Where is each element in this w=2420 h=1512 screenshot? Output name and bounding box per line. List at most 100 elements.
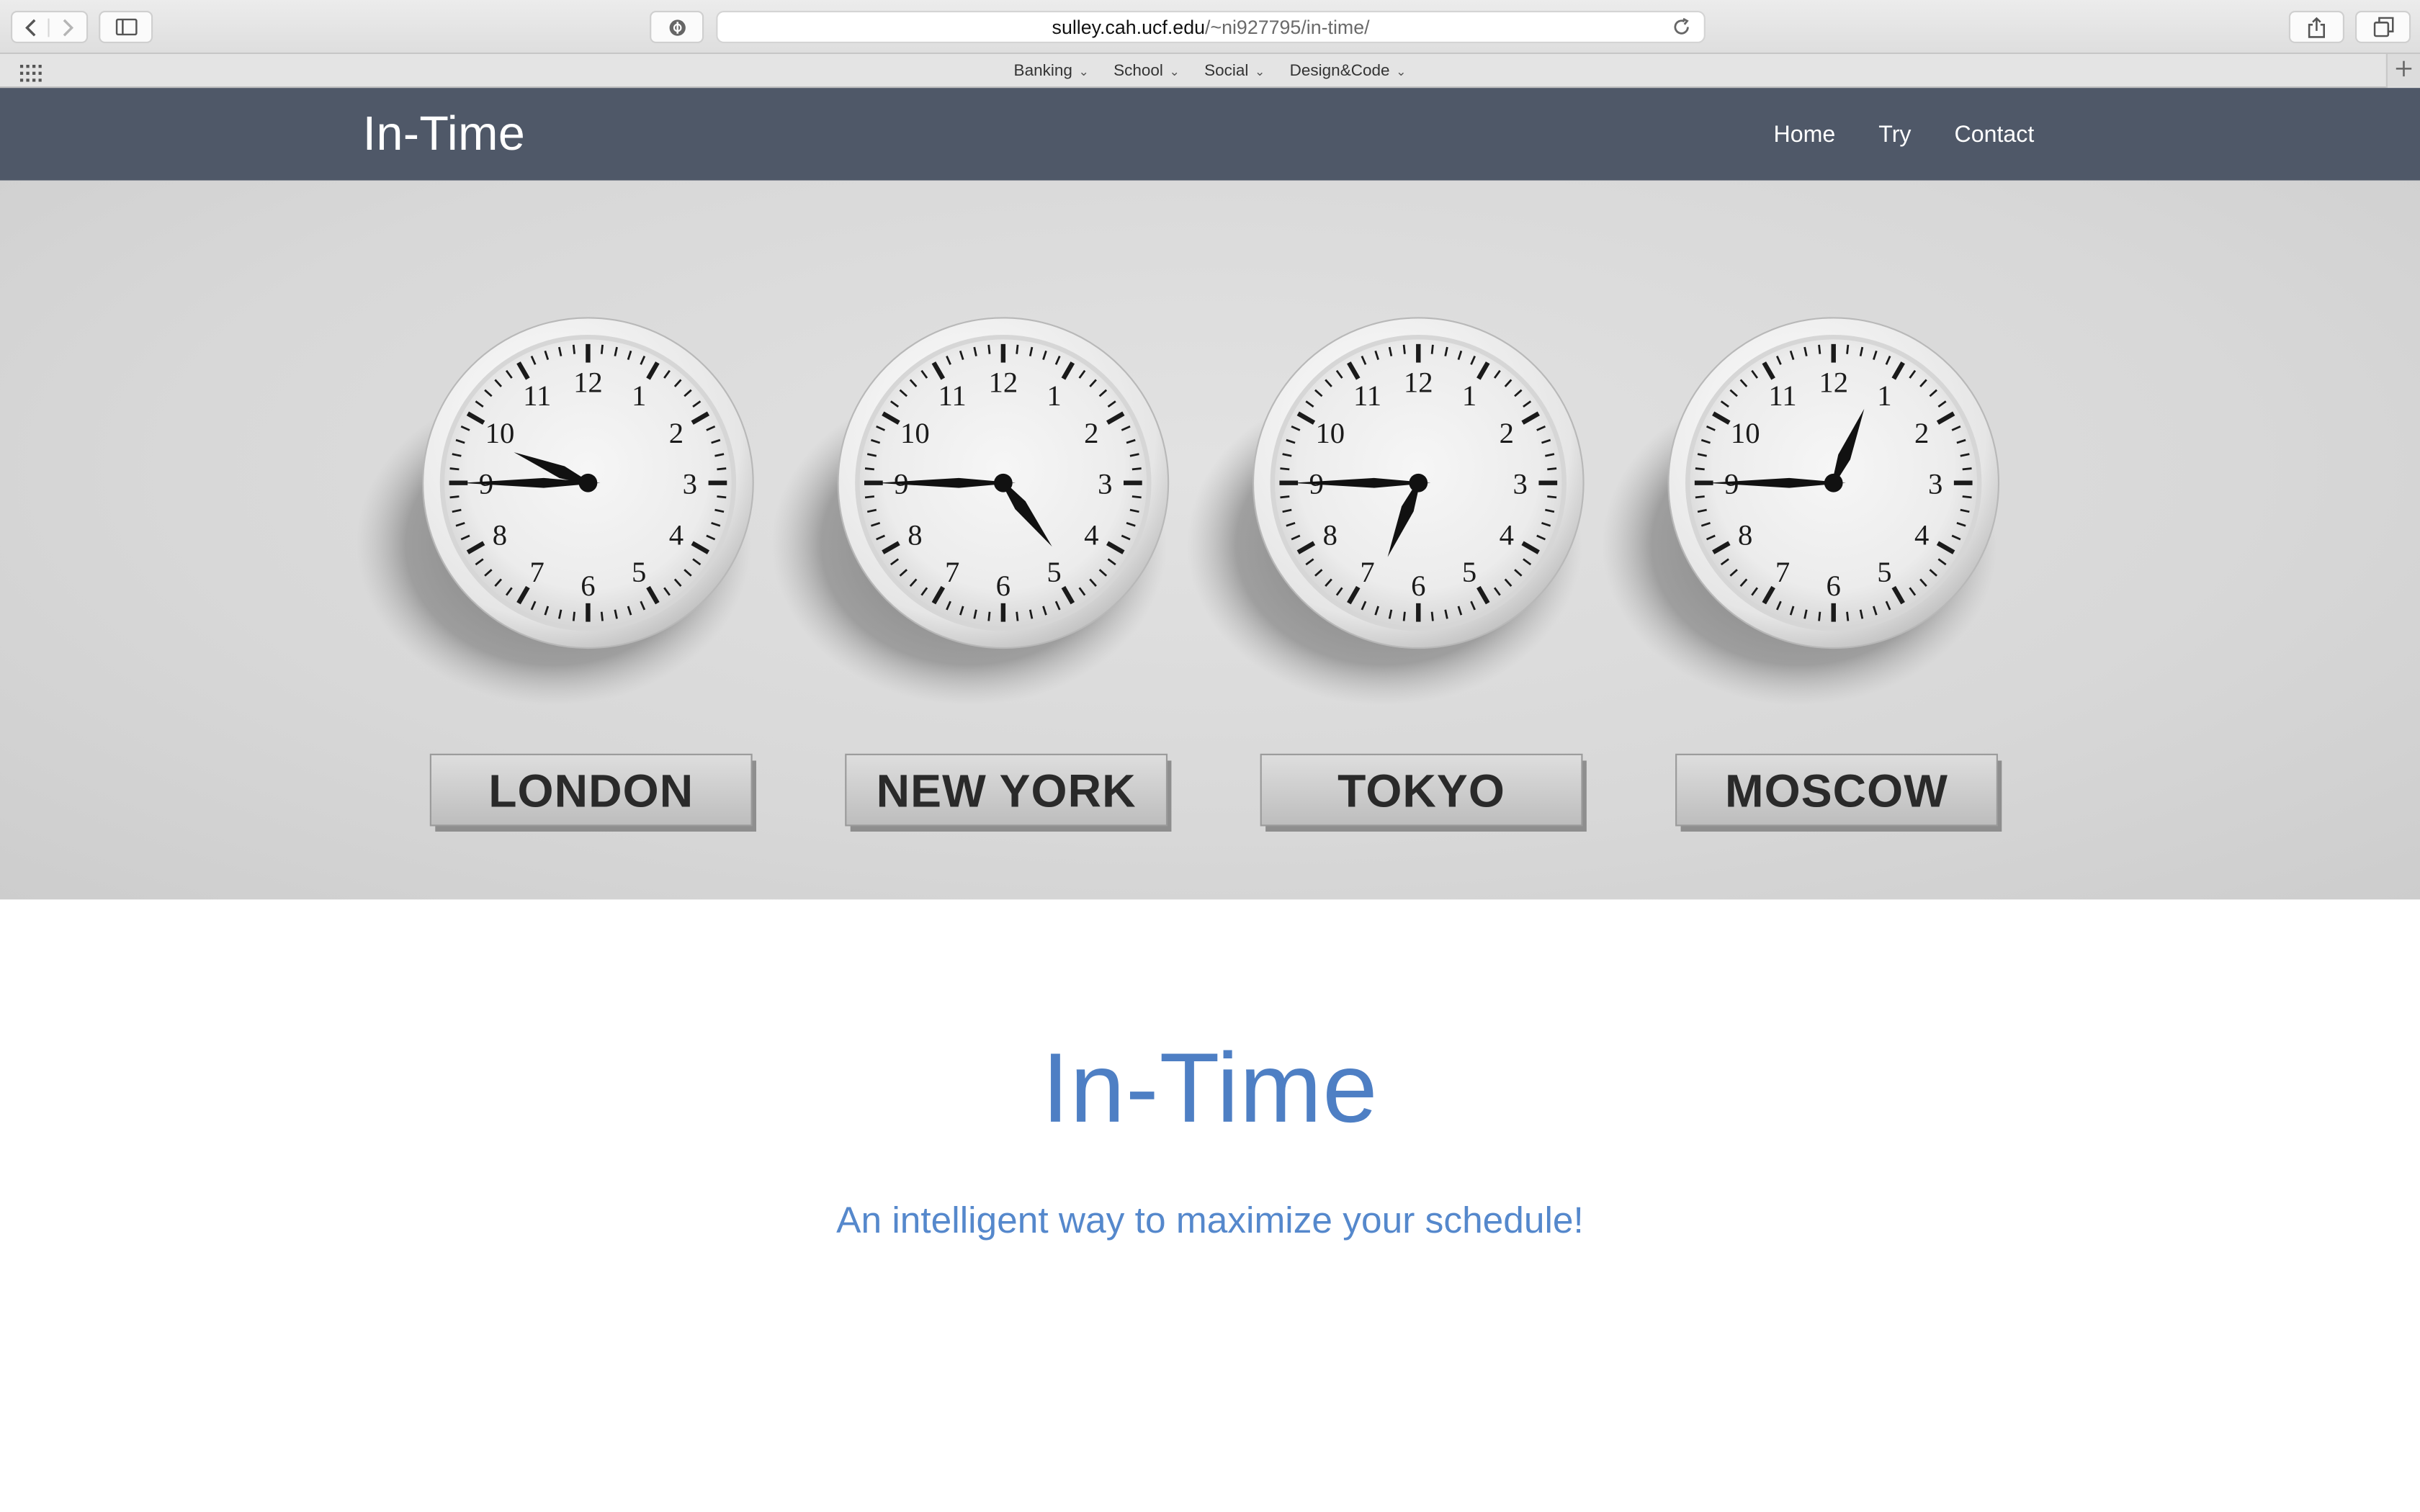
clock-tick — [1016, 611, 1019, 621]
clock-numeral: 2 — [1084, 417, 1098, 449]
chevron-down-icon: ⌄ — [1396, 63, 1407, 78]
bookmark-folder-banking[interactable]: Banking ⌄ — [1001, 62, 1101, 81]
clock-london: 123456789101112 — [356, 317, 756, 832]
clock-numeral: 3 — [683, 468, 697, 500]
clock-numeral: 5 — [1877, 556, 1891, 588]
clock-numeral: 5 — [1047, 556, 1061, 588]
back-forward-group — [11, 11, 89, 43]
clock-tick — [1430, 344, 1434, 354]
clock-numeral: 3 — [1513, 468, 1528, 500]
hero-banner: 1234567891011121234567891011121234567891… — [0, 180, 2420, 900]
clock-moscow: 123456789101112 — [1602, 317, 2002, 832]
share-button[interactable] — [2288, 11, 2344, 43]
clock-tick — [1846, 344, 1850, 354]
sidebar-icon — [115, 18, 137, 36]
page-title: In-Time — [1041, 1032, 1379, 1143]
clock-tick — [717, 495, 727, 499]
clock-tick — [987, 611, 991, 621]
tabs-icon — [2372, 17, 2393, 37]
clock-numeral: 10 — [900, 417, 930, 449]
clock-numeral: 7 — [530, 556, 544, 588]
bookmark-label: School — [1113, 61, 1163, 81]
clock-numeral: 12 — [1819, 366, 1848, 398]
clock-numeral: 2 — [1500, 417, 1514, 449]
nav-link-try[interactable]: Try — [1878, 121, 1911, 147]
site-brand[interactable]: In-Time — [363, 107, 526, 162]
sidebar-toggle-button[interactable] — [99, 11, 153, 43]
clock-tick — [1280, 495, 1290, 499]
nav-link-home[interactable]: Home — [1774, 121, 1836, 147]
tabs-overview-button[interactable] — [2355, 11, 2411, 43]
clock-numeral: 11 — [523, 379, 551, 412]
clock-numeral: 8 — [493, 518, 507, 551]
clock-tick — [1962, 495, 1972, 499]
clock-numeral: 3 — [1928, 468, 1942, 500]
clock-numeral: 7 — [945, 556, 959, 588]
clock-numeral: 5 — [1462, 556, 1476, 588]
clock-tick — [1547, 495, 1557, 499]
clock-numeral: 1 — [1877, 379, 1891, 412]
clock-numeral: 2 — [1914, 417, 1929, 449]
clock-numeral: 11 — [1768, 379, 1796, 412]
clock-numeral: 12 — [989, 366, 1018, 398]
clock-numeral: 8 — [1323, 518, 1337, 551]
clock-numeral: 5 — [632, 556, 646, 588]
url-path: /~ni927795/in-time/ — [1205, 16, 1370, 38]
bookmark-folder-design-code[interactable]: Design&Code ⌄ — [1278, 62, 1419, 81]
clock-numeral: 12 — [1404, 366, 1433, 398]
bookmark-folder-school[interactable]: School ⌄ — [1101, 62, 1192, 81]
clock-numeral: 10 — [1731, 417, 1760, 449]
clock-numeral: 1 — [1462, 379, 1476, 412]
chevron-down-icon: ⌄ — [1169, 63, 1180, 78]
clock-numeral: 10 — [1315, 417, 1345, 449]
clock-tick — [1131, 495, 1142, 499]
city-label-tokyo: TOKYO — [1337, 767, 1505, 818]
clock-numeral: 4 — [669, 518, 684, 551]
clock-tick — [864, 495, 874, 499]
clock-pin — [578, 473, 598, 492]
clock-pin — [1409, 473, 1428, 492]
clock-numeral: 4 — [1084, 518, 1098, 551]
clock-pin — [1824, 473, 1843, 492]
clock-tick — [1430, 611, 1434, 621]
clock-numeral: 1 — [1047, 379, 1061, 412]
privacy-report-button[interactable] — [650, 11, 704, 43]
world-clocks-image: 1234567891011121234567891011121234567891… — [356, 317, 2002, 832]
clock-tokyo: 123456789101112 — [1186, 317, 1587, 832]
url-host: sulley.cah.ucf.edu — [1052, 16, 1206, 38]
chevron-down-icon: ⌄ — [1255, 63, 1265, 78]
clock-numeral: 10 — [485, 417, 515, 449]
browser-toolbar: sulley.cah.ucf.edu/~ni927795/in-time/ — [0, 0, 2420, 54]
clock-numeral: 8 — [1738, 518, 1752, 551]
nav-link-contact[interactable]: Contact — [1954, 121, 2034, 147]
bookmark-label: Social — [1204, 61, 1249, 81]
chevron-down-icon: ⌄ — [1078, 63, 1089, 78]
clock-tick — [572, 611, 575, 621]
clock-numeral: 12 — [573, 366, 603, 398]
clock-numeral: 6 — [1827, 570, 1841, 602]
back-icon[interactable] — [12, 17, 50, 37]
reload-icon[interactable] — [1672, 17, 1692, 42]
clock-numeral: 4 — [1500, 518, 1514, 551]
clock-tick — [1846, 611, 1850, 621]
clock-numeral: 2 — [669, 417, 684, 449]
clock-numeral: 11 — [938, 379, 967, 412]
city-label-london: LONDON — [488, 767, 694, 818]
clock-numeral: 6 — [996, 570, 1010, 602]
plus-icon — [2396, 57, 2413, 85]
bookmark-folder-social[interactable]: Social ⌄ — [1192, 62, 1278, 81]
browser-window: sulley.cah.ucf.edu/~ni927795/in-time/ Ba… — [0, 0, 2420, 1512]
clock-numeral: 7 — [1775, 556, 1790, 588]
forward-icon[interactable] — [50, 18, 86, 37]
clock-tick — [1016, 344, 1019, 354]
clock-numeral: 6 — [581, 570, 595, 602]
new-tab-button[interactable] — [2385, 54, 2420, 89]
clock-new-york: 123456789101112 — [771, 317, 1172, 832]
clock-numeral: 4 — [1914, 518, 1929, 551]
bookmark-folders: Banking ⌄ School ⌄ Social ⌄ Design&Code ⌄ — [0, 54, 2420, 88]
clock-numeral: 8 — [908, 518, 922, 551]
clock-numeral: 7 — [1360, 556, 1374, 588]
page-subtitle: An intelligent way to maximize your sche… — [836, 1200, 1584, 1242]
address-bar[interactable]: sulley.cah.ucf.edu/~ni927795/in-time/ — [716, 11, 1706, 43]
bookmarks-bar: Banking ⌄ School ⌄ Social ⌄ Design&Code ⌄ — [0, 54, 2420, 89]
